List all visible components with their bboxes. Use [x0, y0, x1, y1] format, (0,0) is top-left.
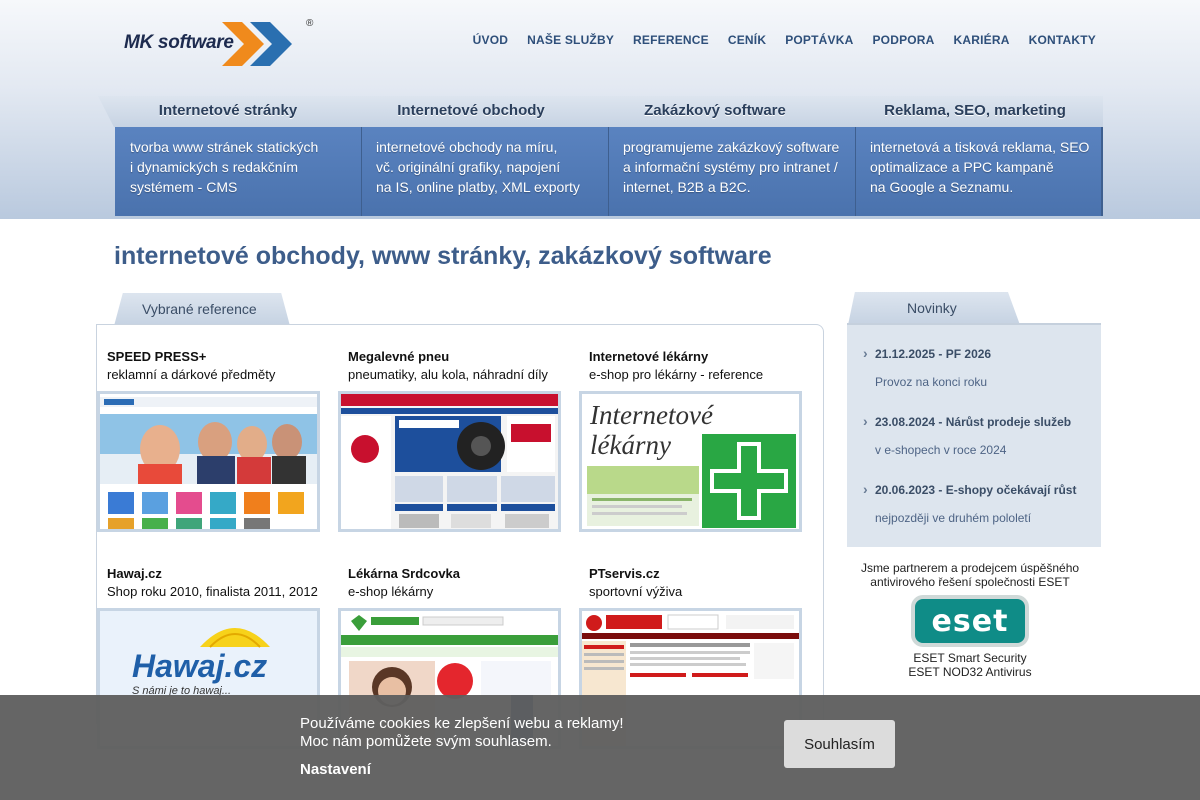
- news-text[interactable]: Provoz na konci roku: [863, 375, 1093, 389]
- references-tab-label: Vybrané reference: [142, 301, 257, 317]
- reference-subtitle: reklamní a dárkové předměty: [107, 367, 276, 382]
- reference-thumb-speedpress[interactable]: [97, 391, 320, 532]
- nav-nase-sluzby[interactable]: NAŠE SLUŽBY: [527, 33, 614, 47]
- registered-mark: ®: [306, 18, 314, 29]
- nav-cenik[interactable]: CENÍK: [728, 33, 766, 47]
- reference-subtitle: e-shop lékárny: [348, 584, 434, 599]
- eset-partner-text: Jsme partnerem a prodejcem úspěšného anti…: [860, 561, 1080, 589]
- nav-kontakty[interactable]: KONTAKTY: [1029, 33, 1096, 47]
- service-panel-eshop[interactable]: internetové obchody na míru, vč. originál…: [362, 127, 610, 216]
- service-panel-marketing[interactable]: internetová a tisková reklama, SEO optima…: [856, 127, 1103, 216]
- reference-name[interactable]: PTservis.cz: [578, 566, 803, 581]
- logo-text: MK software: [124, 32, 234, 53]
- news-item[interactable]: 23.08.2024 - Nárůst prodeje služeb v e-s…: [863, 413, 1093, 457]
- service-desc-web: tvorba www stránek statických i dynamický…: [130, 139, 319, 195]
- svg-text:lékárny: lékárny: [590, 430, 671, 460]
- reference-name[interactable]: Megalevné pneu: [337, 349, 562, 364]
- reference-lekarna-srdcovka[interactable]: Lékárna Srdcovka e-shop lékárny: [337, 566, 562, 599]
- services-strip: Internetové stránky tvorba www stránek s…: [98, 96, 1103, 219]
- cookie-accept-button[interactable]: Souhlasím: [784, 720, 895, 768]
- logo-arrows-icon: [222, 22, 292, 66]
- news-tab-label: Novinky: [907, 300, 957, 316]
- news-text[interactable]: v e-shopech v roce 2024: [863, 443, 1093, 457]
- reference-subtitle: sportovní výživa: [589, 584, 683, 599]
- service-title-eshop[interactable]: Internetové obchody: [371, 102, 571, 119]
- reference-thumb-lekarny[interactable]: Internetové lékárny: [579, 391, 802, 532]
- company-logo[interactable]: MK software ®: [124, 18, 319, 72]
- reference-thumb-pneu[interactable]: [338, 391, 561, 532]
- service-desc-software: programujeme zakázkový software a informa…: [623, 139, 840, 195]
- svg-text:Internetové: Internetové: [589, 400, 714, 430]
- reference-name[interactable]: Lékárna Srdcovka: [337, 566, 562, 581]
- news-date[interactable]: 23.08.2024 - Nárůst prodeje služeb: [863, 413, 1093, 429]
- cookie-banner: Používáme cookies ke zlepšení webu a rek…: [0, 695, 1200, 800]
- news-tab[interactable]: Novinky: [848, 292, 1020, 325]
- news-item[interactable]: 21.12.2025 - PF 2026 Provoz na konci rok…: [863, 345, 1093, 389]
- pneu-screenshot-icon: [341, 394, 558, 529]
- reference-internetove-lekarny[interactable]: Internetové lékárny e-shop pro lékárny -…: [578, 349, 803, 382]
- reference-subtitle: e-shop pro lékárny - reference: [589, 367, 764, 382]
- nav-reference[interactable]: REFERENCE: [633, 33, 709, 47]
- service-panel-web[interactable]: tvorba www stránek statických i dynamický…: [115, 127, 363, 216]
- nav-poptavka[interactable]: POPTÁVKA: [785, 33, 853, 47]
- eset-partner-block: Jsme partnerem a prodejcem úspěšného anti…: [847, 561, 1093, 679]
- service-desc-eshop: internetové obchody na míru, vč. originál…: [376, 139, 580, 195]
- reference-ptservis[interactable]: PTservis.cz sportovní výživa: [578, 566, 803, 599]
- news-item[interactable]: 20.06.2023 - E-shopy očekávají růst nejp…: [863, 481, 1093, 525]
- main-navigation: ÚVOD NAŠE SLUŽBY REFERENCE CENÍK POPTÁVK…: [473, 33, 1096, 47]
- eset-products[interactable]: ESET Smart Security ESET NOD32 Antivirus: [847, 651, 1093, 679]
- news-text[interactable]: nejpozději ve druhém pololetí: [863, 511, 1093, 525]
- news-box: 21.12.2025 - PF 2026 Provoz na konci rok…: [847, 323, 1101, 547]
- reference-name[interactable]: Internetové lékárny: [578, 349, 803, 364]
- speedpress-screenshot-icon: [100, 394, 317, 529]
- reference-subtitle: Shop roku 2010, finalista 2011, 2012: [107, 584, 318, 599]
- reference-name[interactable]: SPEED PRESS+: [96, 349, 321, 364]
- cookie-message: Používáme cookies ke zlepšení webu a rek…: [300, 715, 624, 750]
- reference-hawaj[interactable]: Hawaj.cz Shop roku 2010, finalista 2011,…: [96, 566, 321, 599]
- eset-logo[interactable]: eset: [911, 595, 1029, 647]
- svg-text:Hawaj.cz: Hawaj.cz: [132, 648, 267, 684]
- cookie-settings-link[interactable]: Nastavení: [300, 761, 371, 778]
- service-title-web[interactable]: Internetové stránky: [128, 102, 328, 119]
- service-title-marketing[interactable]: Reklama, SEO, marketing: [875, 102, 1075, 119]
- nav-uvod[interactable]: ÚVOD: [473, 33, 508, 47]
- nav-kariera[interactable]: KARIÉRA: [954, 33, 1010, 47]
- service-panel-software[interactable]: programujeme zakázkový software a informa…: [609, 127, 857, 216]
- reference-megalevne-pneu[interactable]: Megalevné pneu pneumatiky, alu kola, náh…: [337, 349, 562, 382]
- reference-subtitle: pneumatiky, alu kola, náhradní díly: [348, 367, 548, 382]
- site-header: MK software ® ÚVOD NAŠE SLUŽBY REFERENCE…: [0, 0, 1200, 219]
- page-title: internetové obchody, www stránky, zakázk…: [114, 242, 772, 270]
- service-desc-marketing: internetová a tisková reklama, SEO optima…: [870, 139, 1090, 195]
- service-title-software[interactable]: Zakázkový software: [615, 102, 815, 119]
- nav-podpora[interactable]: PODPORA: [872, 33, 934, 47]
- eset-logo-text: eset: [931, 603, 1009, 639]
- reference-speedpress[interactable]: SPEED PRESS+ reklamní a dárkové předměty: [96, 349, 321, 382]
- reference-name[interactable]: Hawaj.cz: [96, 566, 321, 581]
- lekarny-screenshot-icon: Internetové lékárny: [582, 394, 799, 529]
- references-tab[interactable]: Vybrané reference: [114, 293, 290, 326]
- news-date[interactable]: 21.12.2025 - PF 2026: [863, 345, 1093, 361]
- news-date[interactable]: 20.06.2023 - E-shopy očekávají růst: [863, 481, 1093, 497]
